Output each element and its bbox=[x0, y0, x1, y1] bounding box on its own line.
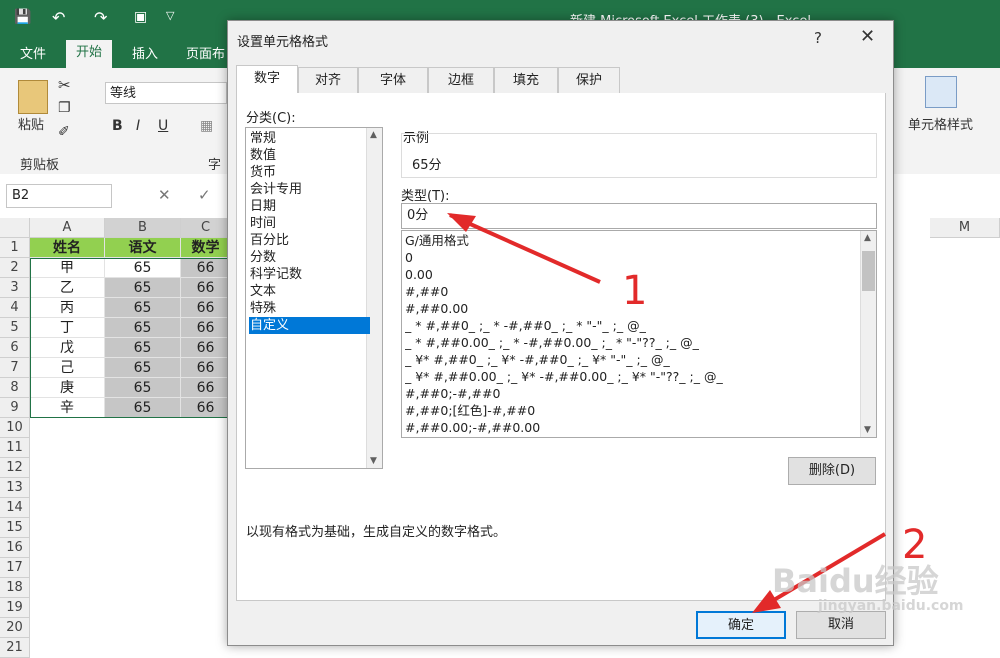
watermark-url: jingyan.baidu.com bbox=[818, 598, 964, 614]
arrow-step1-head bbox=[447, 213, 476, 232]
annotation-step1: 1 bbox=[622, 268, 648, 314]
arrow-step1 bbox=[449, 213, 601, 284]
watermark-brand: Baidu经验 bbox=[772, 562, 939, 600]
annotation-arrows bbox=[447, 213, 887, 613]
